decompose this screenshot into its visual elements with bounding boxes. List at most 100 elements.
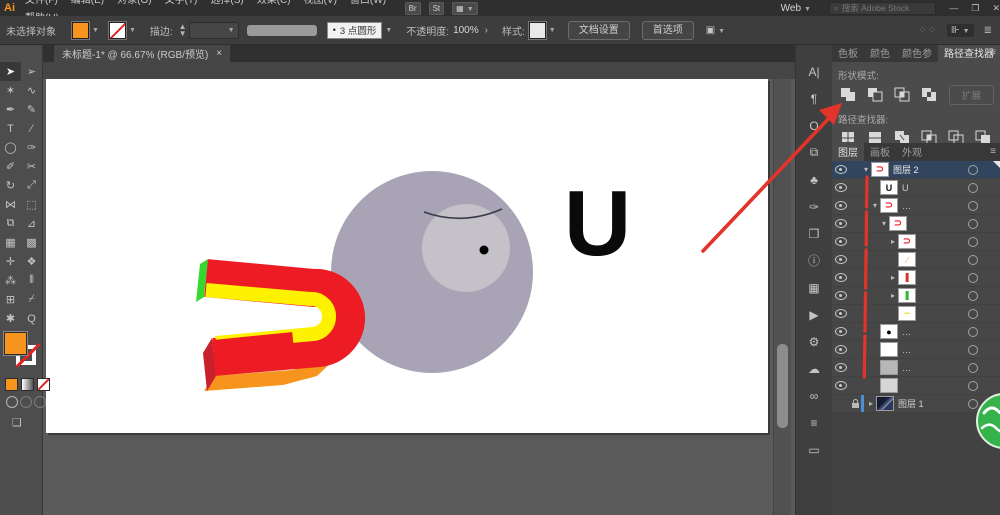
zoom-tool-icon[interactable]: Q [21, 309, 42, 328]
menu-item-6[interactable]: 视图(V) [304, 0, 337, 6]
visibility-eye-icon[interactable] [832, 363, 849, 372]
visibility-eye-icon[interactable] [832, 219, 849, 228]
blend-tool-icon[interactable]: ❖ [21, 252, 42, 271]
layer-row-…[interactable]: ●… [832, 323, 1000, 341]
layer-thumbnail-green-shape[interactable]: ❚ [898, 288, 916, 303]
free-transform-tool-icon[interactable]: ⬚ [21, 195, 42, 214]
shape-mode-exclude-button[interactable] [919, 86, 939, 104]
panel-menu-icon[interactable]: ≡ [990, 47, 996, 58]
document-info-icon[interactable]: ⓘ [796, 247, 833, 274]
menu-item-0[interactable]: 文件(F) [25, 0, 58, 6]
layer-thumbnail-magnet[interactable]: ⊃ [898, 234, 916, 249]
stroke-weight-stepper[interactable]: ▲ ▼ [179, 23, 187, 38]
layers-tab-图层[interactable]: 图层 [832, 142, 864, 161]
layer-label[interactable]: … [902, 201, 911, 211]
visibility-eye-icon[interactable] [832, 381, 849, 390]
screen-mode-button[interactable]: ❏ [12, 416, 22, 429]
layer-thumbnail-magnet[interactable]: ⊃ [880, 198, 898, 213]
stock-search-input[interactable]: ⌕ 搜索 Adobe Stock [828, 1, 937, 15]
layer-row-图层 1[interactable]: ▸ 图层 1 [832, 395, 1000, 413]
slice-tool-icon[interactable]: ⌿ [21, 290, 42, 309]
settings-gear-icon[interactable]: ⚙ [796, 328, 833, 355]
menu-item-1[interactable]: 编辑(E) [71, 0, 104, 6]
artboards-icon[interactable]: ❐ [796, 220, 833, 247]
target-circle-icon[interactable] [968, 182, 978, 193]
menu-item-4[interactable]: 选择(S) [210, 0, 243, 6]
menu-item-7[interactable]: 窗口(W) [350, 0, 386, 6]
curvature-tool-icon[interactable]: ✎ [21, 100, 42, 119]
artboard[interactable] [46, 79, 768, 433]
menu-item-3[interactable]: 文字(T) [165, 0, 198, 6]
layers-tab-画板[interactable]: 画板 [864, 142, 896, 161]
visibility-eye-icon[interactable] [832, 291, 849, 300]
menu-item-2[interactable]: 对象(O) [117, 0, 151, 6]
bridge-button[interactable]: Br [404, 1, 421, 15]
restore-button[interactable]: ❐ [971, 3, 979, 14]
layer-label[interactable]: … [902, 327, 911, 337]
target-circle-icon[interactable] [968, 290, 978, 301]
chevron-right-icon[interactable]: ▸ [888, 273, 898, 282]
line-segment-tool-icon[interactable]: ∕ [21, 119, 42, 138]
target-circle-icon[interactable] [968, 200, 978, 211]
chevron-right-icon[interactable]: ▸ [866, 399, 876, 408]
layer-row-yellow-line[interactable]: ∼ [832, 305, 1000, 323]
chevron-down-icon[interactable]: ▾ [879, 219, 889, 228]
lasso-tool-icon[interactable]: ∿ [21, 81, 42, 100]
opacity-value[interactable]: 100% [453, 25, 479, 36]
chevron-down-icon[interactable]: ▾ [861, 165, 871, 174]
target-circle-icon[interactable] [968, 398, 978, 409]
chevron-down-icon[interactable]: ▼ [385, 27, 392, 34]
stock-button[interactable]: St [428, 1, 445, 15]
layer-row-图层 2[interactable]: ▾ ⊃ 图层 2 [832, 161, 1000, 179]
gradient-button[interactable] [21, 378, 34, 391]
shape-mode-minus-front-button[interactable] [865, 86, 885, 104]
target-circle-icon[interactable] [968, 326, 978, 337]
canvas-area[interactable]: U [42, 62, 795, 515]
layer-thumbnail-white[interactable] [880, 342, 898, 357]
target-circle-icon[interactable] [968, 236, 978, 247]
magic-wand-tool-icon[interactable]: ✶ [0, 81, 21, 100]
expand-button[interactable]: 扩展 [948, 85, 994, 105]
draw-normal-button[interactable] [6, 396, 18, 408]
list-options-icon[interactable]: ≣ [984, 25, 992, 36]
target-circle-icon[interactable] [968, 308, 978, 319]
hand-tool-icon[interactable]: ✱ [0, 309, 21, 328]
asset-export-icon[interactable]: ⧉ [796, 139, 833, 166]
color-button[interactable] [5, 378, 18, 391]
pen-tool-icon[interactable]: ✒ [0, 100, 21, 119]
arrange-documents-button[interactable]: ▦ ▼ [452, 1, 478, 15]
layer-thumbnail-red-shape[interactable]: ❚ [898, 270, 916, 285]
layer-row-magnet[interactable]: ▸ ⊃ [832, 233, 1000, 251]
layer-row-…[interactable]: ▾ ⊃ … [832, 197, 1000, 215]
pf-tab-颜色[interactable]: 颜色 [864, 43, 896, 62]
creative-cloud-icon[interactable]: ☁ [796, 355, 833, 382]
target-circle-icon[interactable] [968, 254, 978, 265]
shape-mode-intersect-button[interactable] [892, 86, 912, 104]
visibility-eye-icon[interactable] [832, 165, 849, 174]
column-graph-tool-icon[interactable]: ⫴ [21, 271, 42, 290]
chevron-right-icon[interactable]: ▸ [888, 237, 898, 246]
layer-thumbnail-magnet[interactable]: ⊃ [889, 216, 907, 231]
visibility-eye-icon[interactable] [832, 255, 849, 264]
target-circle-icon[interactable] [968, 344, 978, 355]
visibility-eye-icon[interactable] [832, 183, 849, 192]
layer-thumbnail-peach[interactable]: ∕ [898, 252, 916, 267]
visibility-eye-icon[interactable] [832, 345, 849, 354]
ellipse-tool-icon[interactable]: ◯ [0, 138, 21, 157]
workspace-switcher[interactable]: Web ▼ [781, 3, 811, 14]
layer-label[interactable]: … [902, 345, 911, 355]
layer-thumbnail-yellow-line[interactable]: ∼ [898, 306, 916, 321]
pencil-tool-icon[interactable]: ✐ [0, 157, 21, 176]
brushes-icon[interactable]: ✑ [796, 193, 833, 220]
visibility-eye-icon[interactable] [832, 309, 849, 318]
opacity-more-arrow[interactable]: › [485, 25, 488, 36]
visibility-eye-icon[interactable] [832, 201, 849, 210]
document-tab[interactable]: 未标题-1* @ 66.67% (RGB/预览) × [54, 43, 231, 62]
panel-menu-icon[interactable]: ≡ [990, 146, 996, 157]
document-setup-button[interactable]: 文档设置 [567, 20, 630, 40]
chevron-down-icon[interactable]: ▾ [870, 201, 880, 210]
symbol-sprayer-tool-icon[interactable]: ⁂ [0, 271, 21, 290]
mesh-tool-icon[interactable]: ▦ [0, 233, 21, 252]
target-circle-icon[interactable] [968, 272, 978, 283]
layer-thumbnail-dark[interactable] [876, 396, 894, 411]
